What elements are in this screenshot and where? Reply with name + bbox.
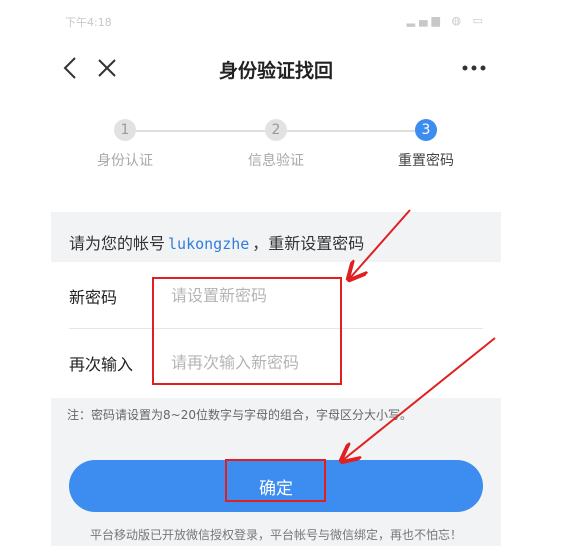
step-3-circle: 3 — [415, 119, 437, 141]
password-rule-note: 注：密码请设置为8~20位数字与字母的组合，字母区分大小写。 — [67, 408, 412, 422]
progress-steps: 1 2 3 身份认证 信息验证 重置密码 — [51, 104, 501, 212]
annotation-box-inputs — [152, 277, 342, 385]
confirm-password-label: 再次输入 — [69, 355, 134, 374]
new-password-label: 新密码 — [69, 288, 118, 307]
step-connector — [287, 130, 415, 132]
step-2-label: 信息验证 — [248, 153, 304, 169]
step-connector — [135, 130, 265, 132]
step-1-circle: 1 — [114, 119, 136, 141]
annotation-box-confirm — [225, 459, 326, 502]
more-options-icon[interactable] — [461, 58, 487, 78]
status-icons: ▂▄▆ ◍ ▭ — [406, 14, 487, 27]
instruction-prefix: 请为您的帐号 — [69, 234, 166, 253]
page-title: 身份验证找回 — [218, 60, 333, 82]
account-name: lukongzhe — [168, 235, 250, 253]
status-time: 下午4:18 — [65, 16, 112, 29]
instruction-suffix: ，重新设置密码 — [252, 234, 365, 253]
nav-bar: 身份验证找回 — [51, 32, 501, 104]
step-1-label: 身份认证 — [97, 153, 153, 169]
footer-text: 平台移动版已开放微信授权登录，平台帐号与微信绑定，再也不怕忘！ — [89, 528, 462, 542]
step-3-label: 重置密码 — [398, 153, 454, 169]
status-bar: 下午4:18 ▂▄▆ ◍ ▭ — [51, 10, 501, 32]
step-2-circle: 2 — [265, 119, 287, 141]
